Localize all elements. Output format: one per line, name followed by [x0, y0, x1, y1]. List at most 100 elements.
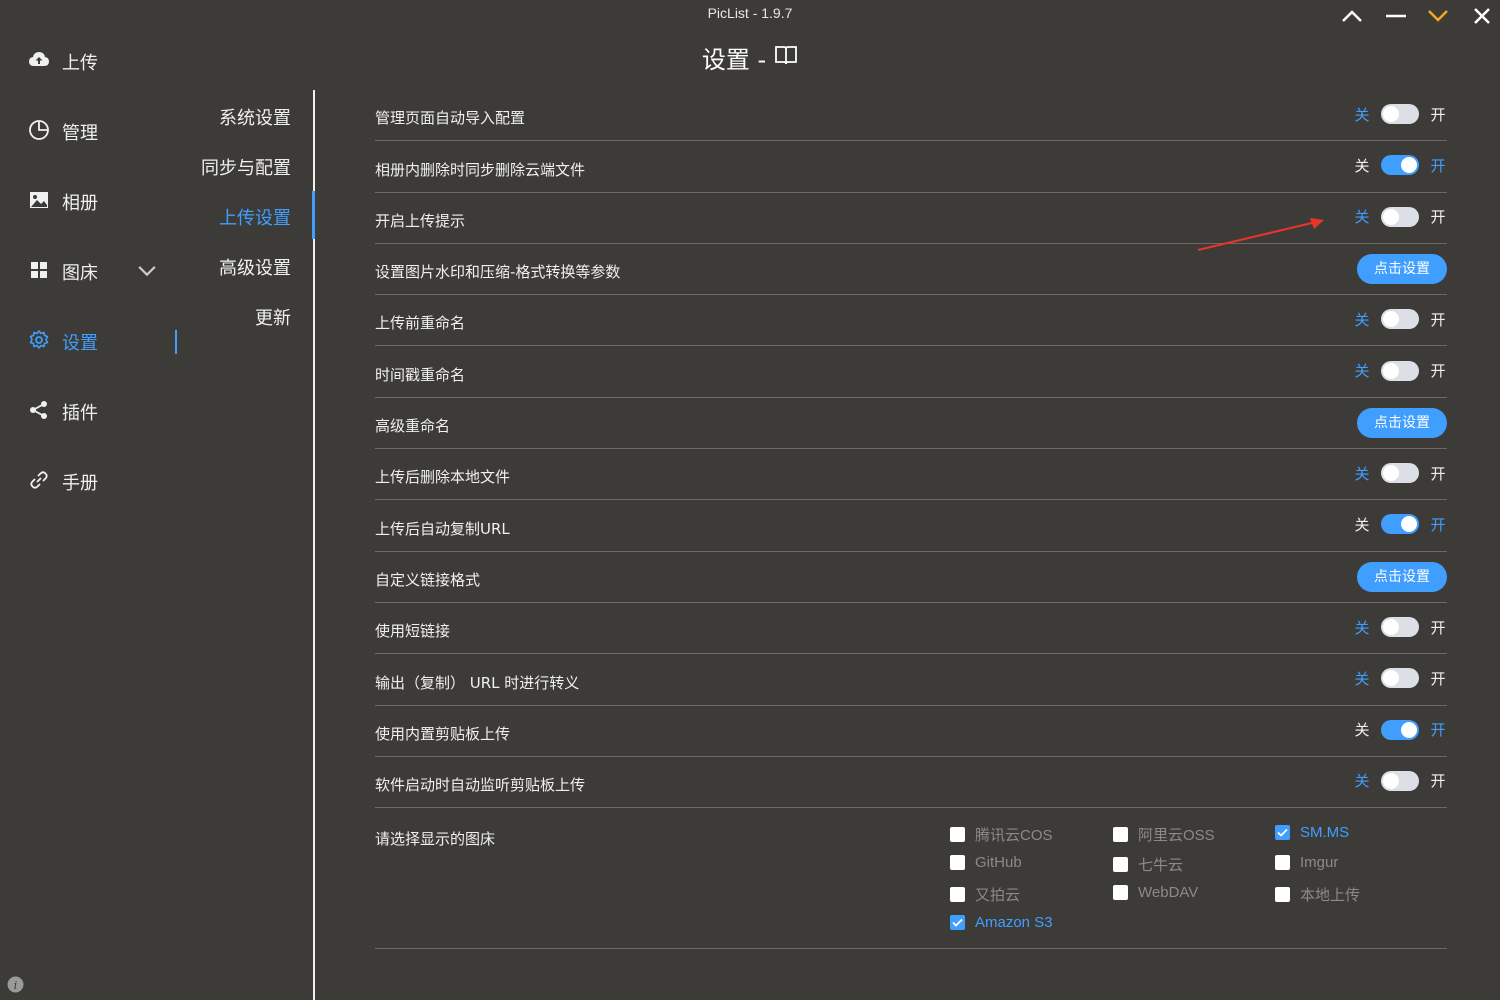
setting-row: 时间戳重命名关开	[375, 347, 1447, 398]
toggle-on-label[interactable]: 开	[1429, 617, 1447, 638]
toggle-switch[interactable]	[1381, 668, 1419, 689]
settings-submenu: 系统设置 同步与配置 上传设置 高级设置 更新	[190, 90, 315, 1000]
checkbox-empty-icon[interactable]	[1113, 885, 1128, 900]
picbed-checkbox[interactable]: Imgur	[1275, 854, 1338, 871]
toggle-switch[interactable]	[1381, 514, 1419, 535]
toggle-knob	[1383, 465, 1399, 482]
picbed-name: Amazon S3	[975, 914, 1053, 931]
submenu-item-update[interactable]: 更新	[255, 304, 291, 330]
sidebar-item-album[interactable]: 相册	[28, 182, 188, 222]
setting-toggle-group: 关开	[1347, 307, 1447, 331]
picbed-checkbox[interactable]: 本地上传	[1275, 884, 1360, 905]
checkbox-empty-icon[interactable]	[950, 855, 965, 870]
toggle-on-label[interactable]: 开	[1429, 309, 1447, 330]
submenu-item-sync[interactable]: 同步与配置	[201, 154, 291, 180]
click-settings-button[interactable]: 点击设置	[1357, 253, 1447, 284]
sidebar-item-label: 相册	[62, 193, 98, 214]
checkbox-empty-icon[interactable]	[1275, 855, 1290, 870]
toggle-off-label[interactable]: 关	[1353, 104, 1371, 125]
picbed-checkbox[interactable]: 七牛云	[1113, 854, 1183, 875]
setting-toggle-group: 关开	[1347, 615, 1447, 639]
toggle-switch[interactable]	[1381, 719, 1419, 740]
toggle-switch[interactable]	[1381, 155, 1419, 176]
toggle-switch[interactable]	[1381, 104, 1419, 124]
checkbox-empty-icon[interactable]	[950, 827, 965, 842]
share-icon	[28, 399, 50, 426]
minimize-icon[interactable]	[1380, 2, 1412, 30]
chevron-down-icon[interactable]	[1422, 2, 1454, 30]
picbed-checkbox[interactable]: WebDAV	[1113, 884, 1198, 901]
toggle-switch[interactable]	[1381, 770, 1419, 791]
setting-row: 上传后自动复制URL 关 开	[375, 500, 1447, 552]
sidebar-item-upload[interactable]: 上传	[28, 42, 188, 82]
picbed-checkbox[interactable]: 腾讯云COS	[950, 824, 1053, 845]
sidebar-item-settings[interactable]: 设置	[28, 322, 188, 362]
toggle-on-label[interactable]: 开	[1429, 463, 1447, 484]
picbed-name: Imgur	[1300, 854, 1339, 871]
picbed-checkbox[interactable]: GitHub	[950, 854, 1022, 871]
picbed-checkbox[interactable]: Amazon S3	[950, 914, 1053, 931]
setting-toggle-group: 关开	[1347, 666, 1447, 690]
toggle-off-label[interactable]: 关	[1353, 668, 1371, 689]
toggle-on-label[interactable]: 开	[1429, 719, 1447, 740]
toggle-off-label[interactable]: 关	[1353, 206, 1371, 227]
toggle-on-label[interactable]: 开	[1429, 206, 1447, 227]
toggle-on-label[interactable]: 开	[1429, 104, 1447, 125]
toggle-off-label[interactable]: 关	[1353, 514, 1371, 535]
sidebar-item-manage[interactable]: 管理	[28, 112, 188, 152]
toggle-on-label[interactable]: 开	[1429, 770, 1447, 791]
checkbox-empty-icon[interactable]	[1113, 827, 1128, 842]
toggle-on-label[interactable]: 开	[1429, 360, 1447, 381]
toggle-on-label[interactable]: 开	[1429, 668, 1447, 689]
info-icon[interactable]: i	[7, 976, 24, 993]
sidebar-item-plugins[interactable]: 插件	[28, 392, 188, 432]
checkbox-empty-icon[interactable]	[1275, 887, 1290, 902]
annotation-arrow	[1197, 218, 1324, 251]
toggle-switch[interactable]	[1381, 463, 1419, 484]
picbed-checkbox[interactable]: SM.MS	[1275, 824, 1349, 841]
chevron-up-icon[interactable]	[1336, 2, 1368, 30]
title-bar: PicList - 1.9.7	[0, 0, 1500, 32]
toggle-switch[interactable]	[1381, 617, 1419, 637]
picbed-checkbox[interactable]: 阿里云OSS	[1113, 824, 1215, 845]
setting-label: 相册内删除时同步删除云端文件	[375, 160, 586, 179]
toggle-off-label[interactable]: 关	[1353, 309, 1371, 330]
setting-label: 自定义链接格式	[375, 570, 481, 589]
toggle-knob	[1383, 311, 1399, 328]
toggle-off-label[interactable]: 关	[1353, 360, 1371, 381]
sidebar-item-manual[interactable]: 手册	[28, 462, 188, 502]
checkbox-checked-icon[interactable]	[950, 915, 965, 930]
checkbox-empty-icon[interactable]	[950, 887, 965, 902]
setting-label: 上传后自动复制URL	[375, 519, 510, 538]
submenu-item-advanced[interactable]: 高级设置	[219, 254, 291, 280]
setting-label: 开启上传提示	[375, 211, 466, 230]
picbed-checkbox[interactable]: 又拍云	[950, 884, 1020, 905]
toggle-switch[interactable]	[1381, 360, 1419, 381]
setting-row: 输出（复制） URL 时进行转义关开	[375, 654, 1447, 706]
submenu-item-upload[interactable]: 上传设置	[219, 204, 291, 230]
click-settings-button[interactable]: 点击设置	[1357, 561, 1447, 592]
checkbox-checked-icon[interactable]	[1275, 825, 1290, 840]
toggle-knob	[1383, 670, 1399, 687]
picbed-label: 请选择显示的图床	[375, 830, 496, 848]
picbed-name: GitHub	[975, 854, 1022, 871]
submenu-item-system[interactable]: 系统设置	[219, 104, 291, 130]
toggle-switch[interactable]	[1381, 206, 1419, 227]
picbed-visibility-setting: 请选择显示的图床 腾讯云COS 阿里云OSS SM.MS GitHub 七牛云 Imgur…	[375, 808, 1447, 949]
toggle-switch[interactable]	[1381, 309, 1419, 330]
toggle-off-label[interactable]: 关	[1353, 770, 1371, 791]
toggle-off-label[interactable]: 关	[1353, 617, 1371, 638]
toggle-on-label[interactable]: 开	[1429, 514, 1447, 535]
toggle-on-label[interactable]: 开	[1429, 155, 1447, 176]
page-title: 设置 -	[0, 40, 1500, 75]
book-icon[interactable]	[774, 44, 798, 72]
checkbox-empty-icon[interactable]	[1113, 857, 1128, 872]
click-settings-button[interactable]: 点击设置	[1357, 407, 1447, 438]
toggle-off-label[interactable]: 关	[1353, 155, 1371, 176]
toggle-off-label[interactable]: 关	[1353, 719, 1371, 740]
chevron-down-icon[interactable]	[136, 259, 158, 286]
setting-label: 软件启动时自动监听剪贴板上传	[375, 776, 586, 795]
close-icon[interactable]	[1466, 2, 1498, 30]
toggle-off-label[interactable]: 关	[1353, 463, 1371, 484]
sidebar-item-picbed[interactable]: 图床	[28, 252, 188, 292]
